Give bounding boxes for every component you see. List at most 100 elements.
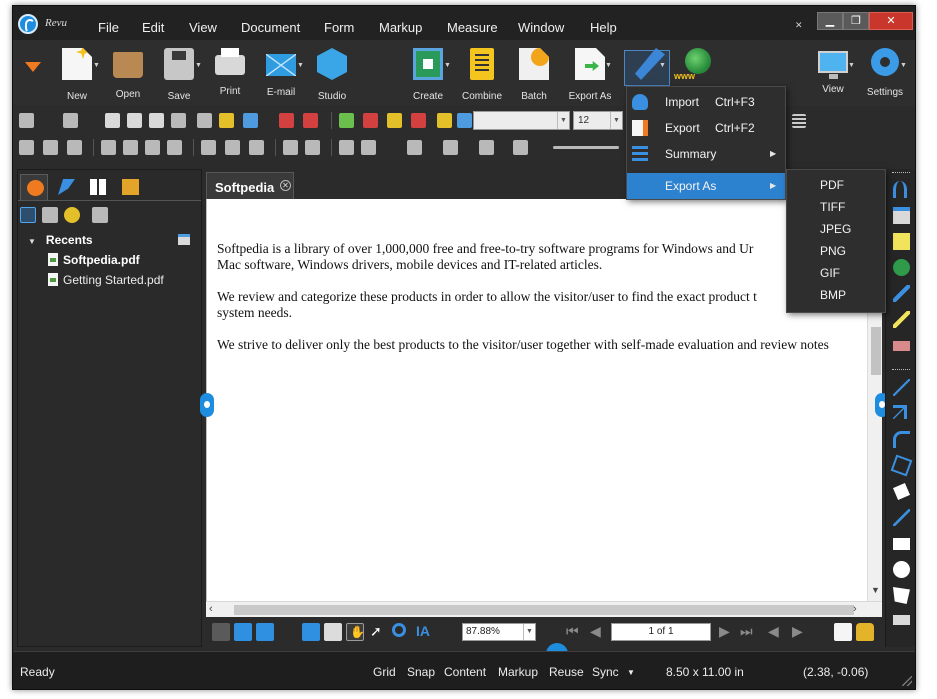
align-top-icon[interactable]: [101, 140, 116, 155]
ellipse-tool-icon[interactable]: [893, 561, 910, 578]
more-tools-icon[interactable]: [893, 615, 910, 625]
menu-document[interactable]: Document: [241, 20, 300, 35]
menu-item-summary[interactable]: Summary ▶: [627, 141, 785, 167]
fit-page-icon[interactable]: [256, 623, 274, 641]
recent-file-softpedia[interactable]: Softpedia.pdf: [48, 253, 140, 267]
file-browser-icon[interactable]: [42, 207, 58, 223]
note-icon[interactable]: [893, 233, 910, 250]
arrange-icon[interactable]: [361, 140, 376, 155]
pen-color-icon[interactable]: [407, 140, 422, 155]
status-snap-toggle[interactable]: Snap: [407, 665, 435, 679]
group-icon[interactable]: [249, 140, 264, 155]
redo-icon[interactable]: [63, 113, 78, 128]
security-lock-icon[interactable]: [856, 623, 874, 641]
eraser-icon[interactable]: [411, 113, 426, 128]
status-reuse-toggle[interactable]: Reuse: [549, 665, 584, 679]
pan-hand-icon[interactable]: ✋: [346, 623, 365, 641]
copy-icon[interactable]: [127, 113, 142, 128]
delete-icon[interactable]: [197, 113, 212, 128]
tab-thumbnails[interactable]: [84, 174, 112, 200]
hatch-icon[interactable]: [513, 140, 528, 155]
calendar-icon[interactable]: [178, 234, 190, 245]
vertical-scroll-thumb[interactable]: [871, 327, 881, 375]
new-dropdown-icon[interactable]: ▼: [93, 62, 100, 69]
align-middle-icon[interactable]: [123, 140, 138, 155]
recent-files-icon[interactable]: [20, 207, 36, 223]
snapshot-dropdown-icon[interactable]: [303, 113, 318, 128]
horizontal-scroll-thumb[interactable]: [234, 605, 854, 615]
batch-button[interactable]: Batch: [508, 48, 560, 102]
tab-tool-chest[interactable]: [116, 174, 144, 200]
space-vertical-icon[interactable]: [225, 140, 240, 155]
menu-item-export[interactable]: Export Ctrl+F2: [627, 115, 785, 141]
quick-menu-arrow-icon[interactable]: [25, 62, 41, 72]
pin-icon[interactable]: ✕: [795, 20, 803, 31]
signature-icon[interactable]: [363, 113, 378, 128]
mirror-icon[interactable]: [339, 140, 354, 155]
email-button[interactable]: E-mail: [255, 48, 307, 98]
typewriter-icon[interactable]: [893, 207, 910, 224]
status-content-toggle[interactable]: Content: [444, 665, 486, 679]
new-button[interactable]: New: [51, 48, 103, 102]
print-button[interactable]: Print: [204, 48, 256, 97]
align-text-icon[interactable]: [792, 114, 806, 128]
fit-width-icon[interactable]: [234, 623, 252, 641]
menu-item-export-as[interactable]: Export As ▶: [627, 173, 785, 199]
minimize-icon[interactable]: ▁: [817, 12, 843, 30]
menu-markup[interactable]: Markup: [379, 20, 422, 35]
sync-dropdown-icon[interactable]: ▼: [627, 668, 635, 677]
first-page-icon[interactable]: ⏮: [566, 623, 579, 640]
app-logo-icon[interactable]: [18, 14, 38, 34]
space-horizontal-icon[interactable]: [201, 140, 216, 155]
menu-item-import[interactable]: Import Ctrl+F3: [627, 89, 785, 115]
select-text-icon[interactable]: [212, 623, 230, 641]
rotate-icon[interactable]: [283, 140, 298, 155]
arrow-tool-icon[interactable]: [893, 405, 907, 419]
attach-icon[interactable]: [387, 113, 402, 128]
scroll-right-icon[interactable]: ›: [853, 603, 857, 615]
close-icon[interactable]: ✕: [869, 12, 913, 30]
horizontal-scrollbar[interactable]: ‹ ›: [206, 601, 882, 617]
menu-help[interactable]: Help: [590, 20, 617, 35]
menu-edit[interactable]: Edit: [142, 20, 164, 35]
distribute-icon[interactable]: [167, 140, 182, 155]
flatten-icon[interactable]: [457, 113, 472, 128]
resize-grip-icon[interactable]: [902, 676, 912, 686]
save-dropdown-icon[interactable]: ▼: [195, 62, 202, 69]
next-page-icon[interactable]: ▶: [719, 623, 730, 640]
undo-icon[interactable]: [19, 113, 34, 128]
menu-view[interactable]: View: [189, 20, 217, 35]
markup-tools-button[interactable]: [624, 48, 676, 80]
scroll-down-icon[interactable]: ▼: [871, 585, 880, 595]
page-number-field[interactable]: 1 of 1: [611, 623, 711, 641]
submenu-gif[interactable]: GIF: [820, 266, 840, 280]
arc-tool-icon[interactable]: [893, 431, 910, 448]
shape-tool-icon[interactable]: [893, 587, 910, 604]
view-dropdown-icon[interactable]: ▼: [848, 62, 855, 69]
submenu-bmp[interactable]: BMP: [820, 288, 846, 302]
line-style-icon[interactable]: [553, 146, 619, 149]
menu-form[interactable]: Form: [324, 20, 354, 35]
menu-window[interactable]: Window: [518, 20, 564, 35]
image-icon[interactable]: [243, 113, 258, 128]
single-page-icon[interactable]: [324, 623, 342, 641]
select-arrow-icon[interactable]: ➚: [370, 623, 388, 641]
callout-icon[interactable]: [893, 259, 910, 276]
cut-icon[interactable]: [105, 113, 120, 128]
opacity-icon[interactable]: [479, 140, 494, 155]
open-panel-icon[interactable]: [92, 207, 108, 223]
tab-markup-list[interactable]: [52, 174, 80, 200]
create-dropdown-icon[interactable]: ▼: [444, 62, 451, 69]
last-page-icon[interactable]: ⏭: [740, 623, 753, 640]
paste-icon[interactable]: [149, 113, 164, 128]
settings-dropdown-icon[interactable]: ▼: [900, 62, 907, 69]
status-grid-toggle[interactable]: Grid: [373, 665, 396, 679]
scroll-left-icon[interactable]: ‹: [209, 603, 213, 615]
font-size-combo[interactable]: 12 ▼: [573, 111, 623, 130]
close-tab-icon[interactable]: ✕: [280, 180, 291, 191]
view-button[interactable]: View: [807, 48, 859, 95]
restore-icon[interactable]: ❐: [843, 12, 869, 30]
text-tool-icon[interactable]: [893, 181, 907, 198]
stamp-icon[interactable]: [219, 113, 234, 128]
submenu-tiff[interactable]: TIFF: [820, 200, 845, 214]
